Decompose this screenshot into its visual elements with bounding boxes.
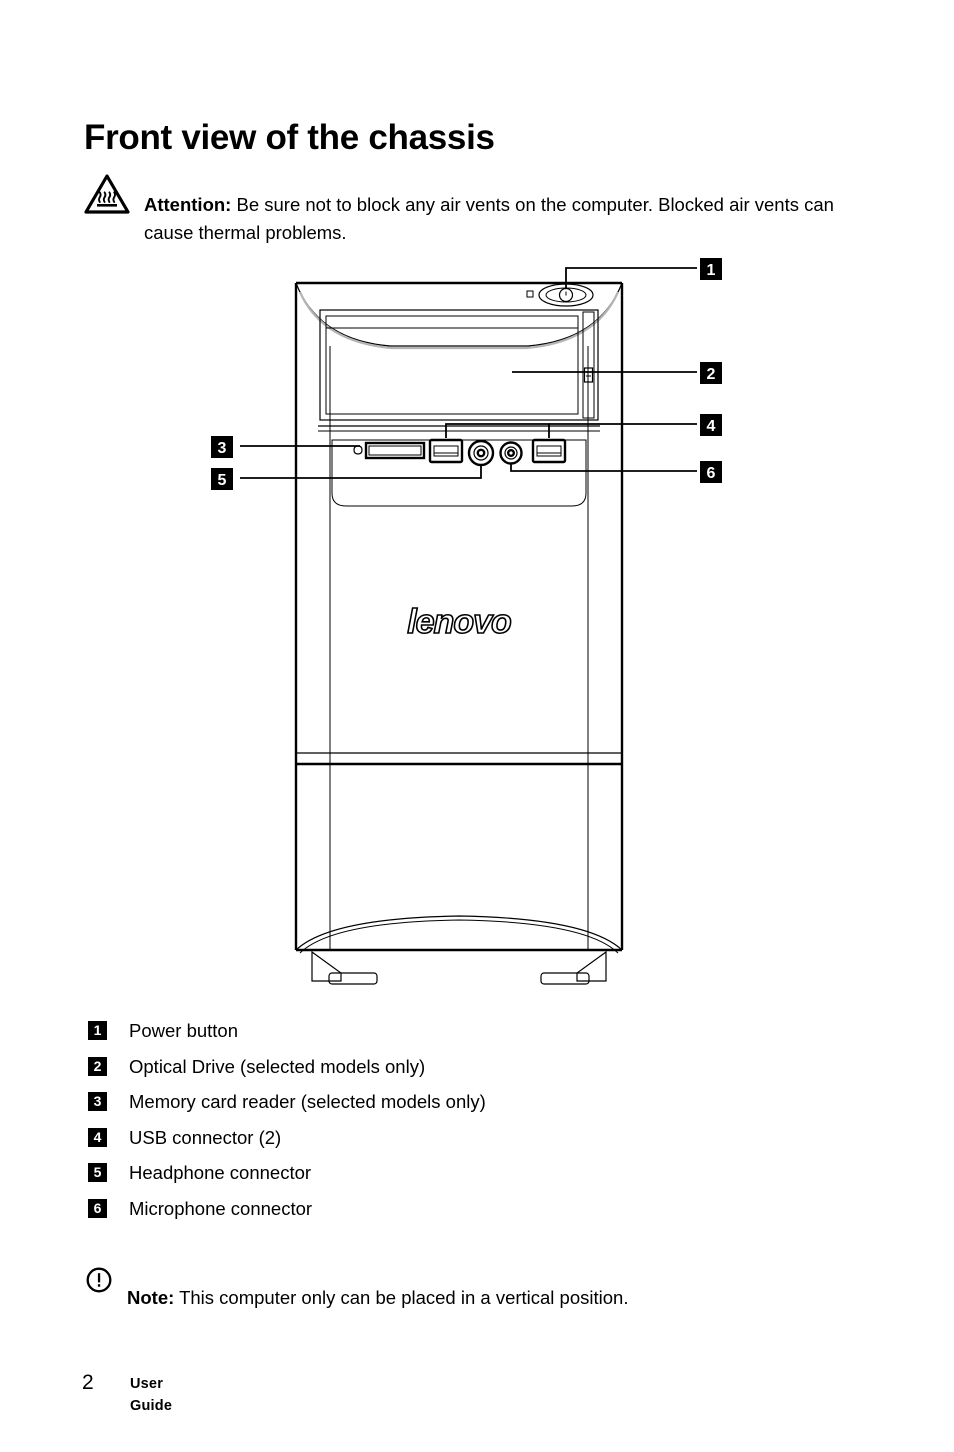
legend-item-label: Memory card reader (selected models only… [129, 1091, 486, 1112]
lenovo-logo: lenovo [406, 602, 512, 642]
leader-line-5 [240, 466, 482, 479]
svg-text:4: 4 [707, 418, 716, 435]
exclamation-circle-icon [86, 1267, 112, 1293]
memory-card-reader [364, 441, 426, 460]
list-item: 3 Memory card reader (selected models on… [88, 1089, 788, 1125]
headphone-connector [467, 439, 495, 467]
note-body: This computer only can be placed in a ve… [174, 1286, 629, 1308]
attention-body: Be sure not to block any air vents on th… [144, 193, 834, 243]
footer-page-number: 2 [82, 1371, 94, 1394]
power-led-indicator [526, 290, 534, 298]
attention-label: Attention: [144, 193, 232, 215]
callout-leader-lines [240, 267, 697, 479]
legend-item-label: USB connector (2) [129, 1126, 282, 1148]
legend-number-badge: 1 [88, 1021, 107, 1040]
list-item: 1 Power button [88, 1018, 788, 1054]
callout-badge-4: 4 [700, 414, 722, 436]
legend-number-badge: 6 [88, 1198, 107, 1218]
callout-badge-1: 1 [700, 258, 722, 280]
legend-number-badge: 5 [88, 1163, 107, 1182]
list-item: 4 USB connector (2) [88, 1125, 788, 1161]
legend-item-label: Optical Drive (selected models only) [129, 1055, 426, 1077]
leader-line-1 [565, 267, 697, 288]
leader-line-6 [510, 464, 697, 472]
legend-item-label: Headphone connector [129, 1162, 312, 1183]
optical-drive [318, 309, 600, 432]
footer-document-title: User Guide [130, 1376, 173, 1414]
legend-number-badge: 2 [88, 1056, 107, 1076]
callout-badge-6: 6 [700, 461, 722, 483]
front-io-panel [331, 438, 587, 507]
legend-number-badge: 3 [88, 1092, 107, 1111]
chassis-panel-seams [296, 752, 622, 766]
callout-badge-5: 5 [211, 468, 233, 490]
hot-surface-warning-icon [84, 174, 130, 214]
callout-badges: 1 2 4 6 3 5 [211, 258, 722, 490]
legend-item-label: Microphone connector [129, 1197, 313, 1219]
svg-text:3: 3 [218, 440, 227, 457]
usb-connector-left [428, 438, 464, 464]
note-label: Note: [127, 1286, 175, 1308]
svg-text:1: 1 [707, 262, 716, 279]
note-text: Note: This computer only can be placed i… [127, 1285, 846, 1311]
microphone-connector [499, 441, 523, 465]
list-item: 5 Headphone connector [88, 1160, 788, 1196]
card-reader-led [353, 445, 363, 455]
svg-text:6: 6 [707, 465, 716, 482]
svg-text:5: 5 [218, 472, 227, 489]
front-view-of-chassis-illustration: .ln { fill:none; stroke:#000; stroke-wid… [0, 250, 954, 990]
legend-number-badge: 4 [88, 1127, 107, 1147]
callout-badge-3: 3 [211, 436, 233, 458]
usb-connector-right [531, 438, 567, 464]
list-item: 2 Optical Drive (selected models only) [88, 1054, 788, 1090]
svg-text:2: 2 [707, 366, 716, 383]
list-item: 6 Microphone connector [88, 1196, 788, 1232]
lenovo-logo-text: lenovo [407, 603, 511, 641]
callout-badge-2: 2 [700, 362, 722, 384]
chassis-base [295, 915, 623, 985]
legend-item-label: Power button [129, 1020, 239, 1041]
attention-text: Attention: Be sure not to block any air … [144, 191, 854, 247]
page-title: Front view of the chassis [84, 118, 495, 158]
callout-legend-list: 1 Power button 2 Optical Drive (selected… [88, 1018, 788, 1231]
note-notice: Note: This computer only can be placed i… [86, 1266, 846, 1329]
